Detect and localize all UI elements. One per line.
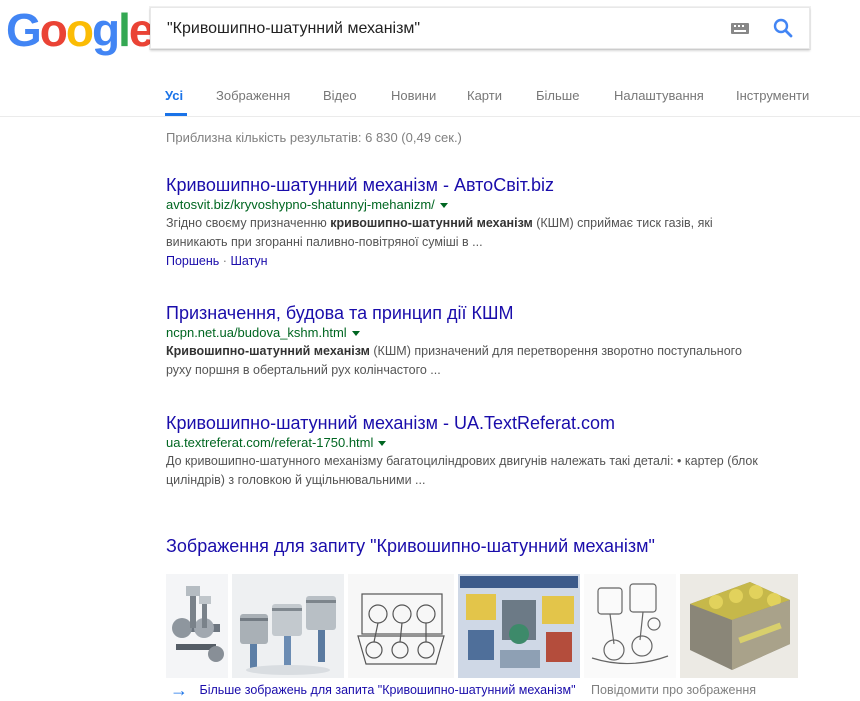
result-url: ua.textreferat.com/referat-1750.html — [166, 434, 786, 452]
images-section-title-link[interactable]: Зображення для запиту "Кривошипно-шатунн… — [166, 536, 655, 557]
crankshaft-assembly-image[interactable] — [166, 574, 228, 678]
logo-letter: o — [65, 4, 94, 56]
piston-sketch-image[interactable] — [584, 574, 676, 678]
sitelinks: Поршень · Шатун — [166, 252, 786, 270]
search-icon — [773, 18, 793, 38]
result-url-text: ua.textreferat.com/referat-1750.html — [166, 435, 374, 450]
result-url-text: avtosvit.biz/kryvoshypno-shatunnyj-mehan… — [166, 197, 435, 212]
search-result: Кривошипно-шатунний механізм - АвтоСвіт.… — [166, 174, 786, 270]
logo-letter: o — [39, 4, 68, 56]
search-tabs: Усі Зображення Відео Новини Карти Більше… — [0, 62, 860, 117]
search-result: Призначення, будова та принцип дії КШМ n… — [166, 302, 786, 380]
result-url: ncpn.net.ua/budova_kshm.html — [166, 324, 786, 342]
engine-block-image[interactable] — [680, 574, 798, 678]
active-tab-indicator — [165, 113, 187, 116]
snippet-text: (КШМ) призначений для перетворення зворо… — [369, 344, 742, 358]
snippet-text: До кривошипно-шатунного механізму багато… — [166, 454, 758, 468]
google-logo[interactable]: Google — [6, 4, 155, 56]
result-stats: Приблизна кількість результатів: 6 830 (… — [166, 130, 462, 145]
result-title-link[interactable]: Кривошипно-шатунний механізм - UA.TextRe… — [166, 412, 786, 434]
tab-tools[interactable]: Інструменти — [736, 88, 809, 103]
search-result: Кривошипно-шатунний механізм - UA.TextRe… — [166, 412, 786, 490]
engine-drawing-image[interactable] — [348, 574, 454, 678]
logo-letter: l — [118, 4, 131, 56]
result-title-link[interactable]: Призначення, будова та принцип дії КШМ — [166, 302, 786, 324]
tab-settings[interactable]: Налаштування — [614, 88, 704, 103]
snippet-text: (КШМ) сприймає тиск газів, які — [532, 216, 713, 230]
url-options-caret-icon[interactable] — [378, 441, 387, 447]
result-url: avtosvit.biz/kryvoshypno-shatunnyj-mehan… — [166, 196, 786, 214]
result-snippet: Згідно своєму призначенню кривошипно-шат… — [166, 214, 786, 252]
search-button[interactable] — [767, 14, 799, 42]
arrow-right-icon[interactable]: → — [170, 680, 188, 700]
snippet-highlight: кривошипно-шатунний механізм — [330, 216, 533, 230]
logo-letter: g — [92, 4, 120, 56]
tab-images[interactable]: Зображення — [216, 88, 290, 103]
logo-letter: G — [6, 4, 42, 56]
tab-videos[interactable]: Відео — [323, 88, 357, 103]
result-snippet: До кривошипно-шатунного механізму багато… — [166, 452, 786, 490]
snippet-text: Згідно своєму призначенню — [166, 216, 331, 230]
more-images-row: → Більше зображень для запита "Кривошипн… — [170, 680, 756, 701]
snippet-text: циліндрів) з головкою й ущільнювальними … — [166, 473, 426, 487]
report-images-link[interactable]: Повідомити про зображення — [591, 683, 756, 697]
ksm-poster-image[interactable] — [458, 574, 580, 678]
pistons-image[interactable] — [232, 574, 344, 678]
url-options-caret-icon[interactable] — [439, 203, 448, 209]
snippet-text: руху поршня в обертальний рух колінчасто… — [166, 363, 441, 377]
sitelink-separator: · — [222, 254, 227, 268]
result-url-text: ncpn.net.ua/budova_kshm.html — [166, 325, 347, 340]
result-title-link[interactable]: Кривошипно-шатунний механізм - АвтоСвіт.… — [166, 174, 786, 196]
tab-all[interactable]: Усі — [165, 88, 183, 103]
more-images-link[interactable]: Більше зображень для запита "Кривошипно-… — [199, 683, 575, 697]
tab-maps[interactable]: Карти — [467, 88, 502, 103]
result-snippet: Кривошипно-шатунний механізм (КШМ) призн… — [166, 342, 786, 380]
url-options-caret-icon[interactable] — [351, 331, 360, 337]
sitelink-connecting-rod[interactable]: Шатун — [230, 254, 267, 268]
logo-letter: e — [128, 4, 155, 56]
search-input[interactable] — [165, 8, 709, 50]
snippet-highlight: Кривошипно-шатунний механізм — [166, 344, 370, 358]
sitelink-piston[interactable]: Поршень — [166, 254, 219, 268]
snippet-text: виникають при згоранні паливно-повітряно… — [166, 235, 483, 249]
tab-news[interactable]: Новини — [391, 88, 436, 103]
search-box — [150, 7, 810, 50]
keyboard-icon[interactable] — [731, 23, 749, 34]
tab-more[interactable]: Більше — [536, 88, 579, 103]
